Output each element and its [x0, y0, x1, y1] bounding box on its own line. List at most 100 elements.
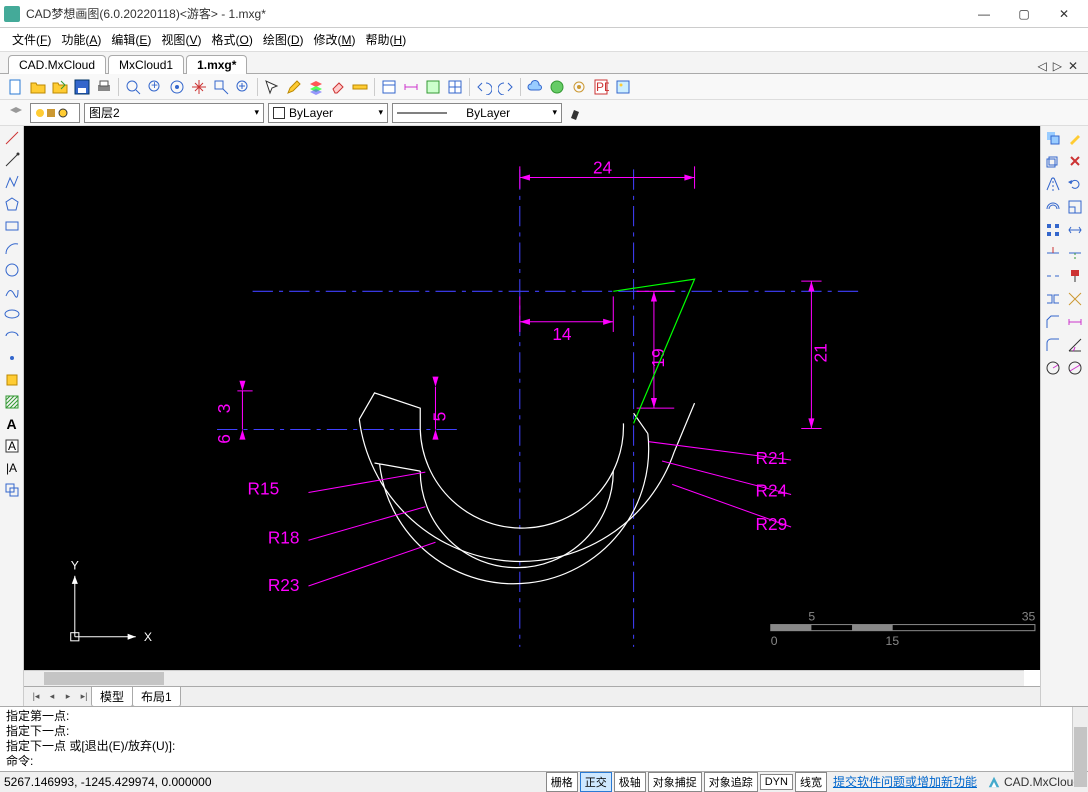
zoom-in-icon[interactable]: + [145, 77, 165, 97]
polygon-tool-icon[interactable] [2, 194, 22, 214]
canvas-hscrollbar[interactable] [24, 670, 1024, 686]
lineweight-toggle[interactable]: 线宽 [795, 772, 827, 792]
layer-state-icons[interactable] [30, 103, 80, 123]
image-icon[interactable] [613, 77, 633, 97]
text-tool-icon[interactable]: A [2, 414, 22, 434]
command-scrollbar[interactable] [1072, 707, 1088, 771]
cloud-icon[interactable] [525, 77, 545, 97]
menu-help[interactable]: 帮助(H) [362, 29, 411, 50]
open-folder-icon[interactable] [28, 77, 48, 97]
drawing-canvas[interactable]: 24 14 19 21 [24, 126, 1040, 670]
polyline-tool-icon[interactable] [2, 172, 22, 192]
menu-format[interactable]: 格式(O) [207, 29, 256, 50]
dyn-toggle[interactable]: DYN [760, 774, 793, 790]
offset-icon[interactable] [1043, 197, 1063, 217]
hatch-tool-icon[interactable] [2, 392, 22, 412]
print-icon[interactable] [94, 77, 114, 97]
pencil-icon[interactable] [284, 77, 304, 97]
properties-icon[interactable] [379, 77, 399, 97]
scale-icon[interactable] [1065, 197, 1085, 217]
dim-linear-icon[interactable] [1065, 312, 1085, 332]
table-icon[interactable] [445, 77, 465, 97]
menu-modify[interactable]: 修改(M) [310, 29, 360, 50]
feedback-link[interactable]: 提交软件问题或增加新功能 [829, 773, 981, 790]
measure-icon[interactable] [350, 77, 370, 97]
snap-grid-toggle[interactable]: 栅格 [546, 772, 578, 792]
arc-tool-icon[interactable] [2, 238, 22, 258]
mirror-icon[interactable] [1043, 174, 1063, 194]
color-dropdown[interactable]: ByLayer ▾ [268, 103, 388, 123]
modeltab-prev-icon[interactable]: ◂ [44, 691, 60, 702]
mtext-tool-icon[interactable]: A [2, 436, 22, 456]
tab-layout1[interactable]: 布局1 [132, 687, 181, 707]
modeltab-last-icon[interactable]: ▸| [76, 691, 92, 702]
pdf-icon[interactable]: PDF [591, 77, 611, 97]
minimize-button[interactable]: — [964, 0, 1004, 28]
line-tool-icon[interactable] [2, 128, 22, 148]
dim-diameter-icon[interactable] [1065, 358, 1085, 378]
osnap-toggle[interactable]: 对象捕捉 [648, 772, 702, 792]
insert-block-icon[interactable] [2, 370, 22, 390]
pan-icon[interactable] [189, 77, 209, 97]
ellipse-arc-tool-icon[interactable] [2, 326, 22, 346]
erase-icon[interactable] [1065, 151, 1085, 171]
tab-close-icon[interactable]: ✕ [1066, 59, 1080, 73]
settings-icon[interactable] [569, 77, 589, 97]
match-prop-icon[interactable] [1065, 128, 1085, 148]
array-icon[interactable] [1043, 220, 1063, 240]
break-icon[interactable] [1043, 266, 1063, 286]
eraser-icon[interactable] [328, 77, 348, 97]
undo-icon[interactable] [474, 77, 494, 97]
block-icon[interactable] [423, 77, 443, 97]
dimension-icon[interactable] [401, 77, 421, 97]
ray-tool-icon[interactable] [2, 150, 22, 170]
dim-radius-icon[interactable] [1043, 358, 1063, 378]
circle-tool-icon[interactable] [2, 260, 22, 280]
modeltab-next-icon[interactable]: ▸ [60, 691, 76, 702]
polar-toggle[interactable]: 极轴 [614, 772, 646, 792]
paint-icon[interactable] [1065, 266, 1085, 286]
ellipse-tool-icon[interactable] [2, 304, 22, 324]
menu-edit[interactable]: 编辑(E) [107, 29, 155, 50]
zoom-all-icon[interactable] [167, 77, 187, 97]
brush-icon[interactable] [566, 103, 586, 123]
ortho-toggle[interactable]: 正交 [580, 772, 612, 792]
tab-1mxg[interactable]: 1.mxg* [186, 55, 247, 74]
tab-model[interactable]: 模型 [91, 687, 133, 707]
move-icon[interactable] [1043, 151, 1063, 171]
menu-file[interactable]: 文件(F) [8, 29, 55, 50]
select-icon[interactable] [262, 77, 282, 97]
layer-dropdown[interactable]: 图层2 ▾ [84, 103, 264, 123]
zoom-previous-icon[interactable] [233, 77, 253, 97]
otrack-toggle[interactable]: 对象追踪 [704, 772, 758, 792]
layer-manager-icon[interactable] [6, 103, 26, 123]
extend-icon[interactable] [1065, 243, 1085, 263]
tab-mxcloud1[interactable]: MxCloud1 [108, 55, 184, 74]
tab-scroll-right-icon[interactable]: ▷ [1051, 59, 1064, 73]
modeltab-first-icon[interactable]: |◂ [28, 691, 44, 702]
rectangle-tool-icon[interactable] [2, 216, 22, 236]
menu-function[interactable]: 功能(A) [57, 29, 105, 50]
zoom-window-icon[interactable] [211, 77, 231, 97]
open-file-icon[interactable] [50, 77, 70, 97]
stretch-icon[interactable] [1065, 220, 1085, 240]
join-icon[interactable] [1043, 289, 1063, 309]
tab-cadmxcloud[interactable]: CAD.MxCloud [8, 55, 106, 74]
maximize-button[interactable]: ▢ [1004, 0, 1044, 28]
dim-text-icon[interactable]: |A [2, 458, 22, 478]
save-icon[interactable] [72, 77, 92, 97]
spline-tool-icon[interactable] [2, 282, 22, 302]
fillet-icon[interactable] [1043, 335, 1063, 355]
point-tool-icon[interactable] [2, 348, 22, 368]
menu-draw[interactable]: 绘图(D) [259, 29, 308, 50]
menu-view[interactable]: 视图(V) [157, 29, 205, 50]
new-file-icon[interactable] [6, 77, 26, 97]
rotate-icon[interactable] [1065, 174, 1085, 194]
redo-icon[interactable] [496, 77, 516, 97]
chamfer-icon[interactable] [1043, 312, 1063, 332]
tab-scroll-left-icon[interactable]: ◁ [1035, 59, 1048, 73]
dim-angular-icon[interactable] [1065, 335, 1085, 355]
region-tool-icon[interactable] [2, 480, 22, 500]
linetype-dropdown[interactable]: ByLayer ▾ [392, 103, 562, 123]
zoom-extents-icon[interactable] [123, 77, 143, 97]
